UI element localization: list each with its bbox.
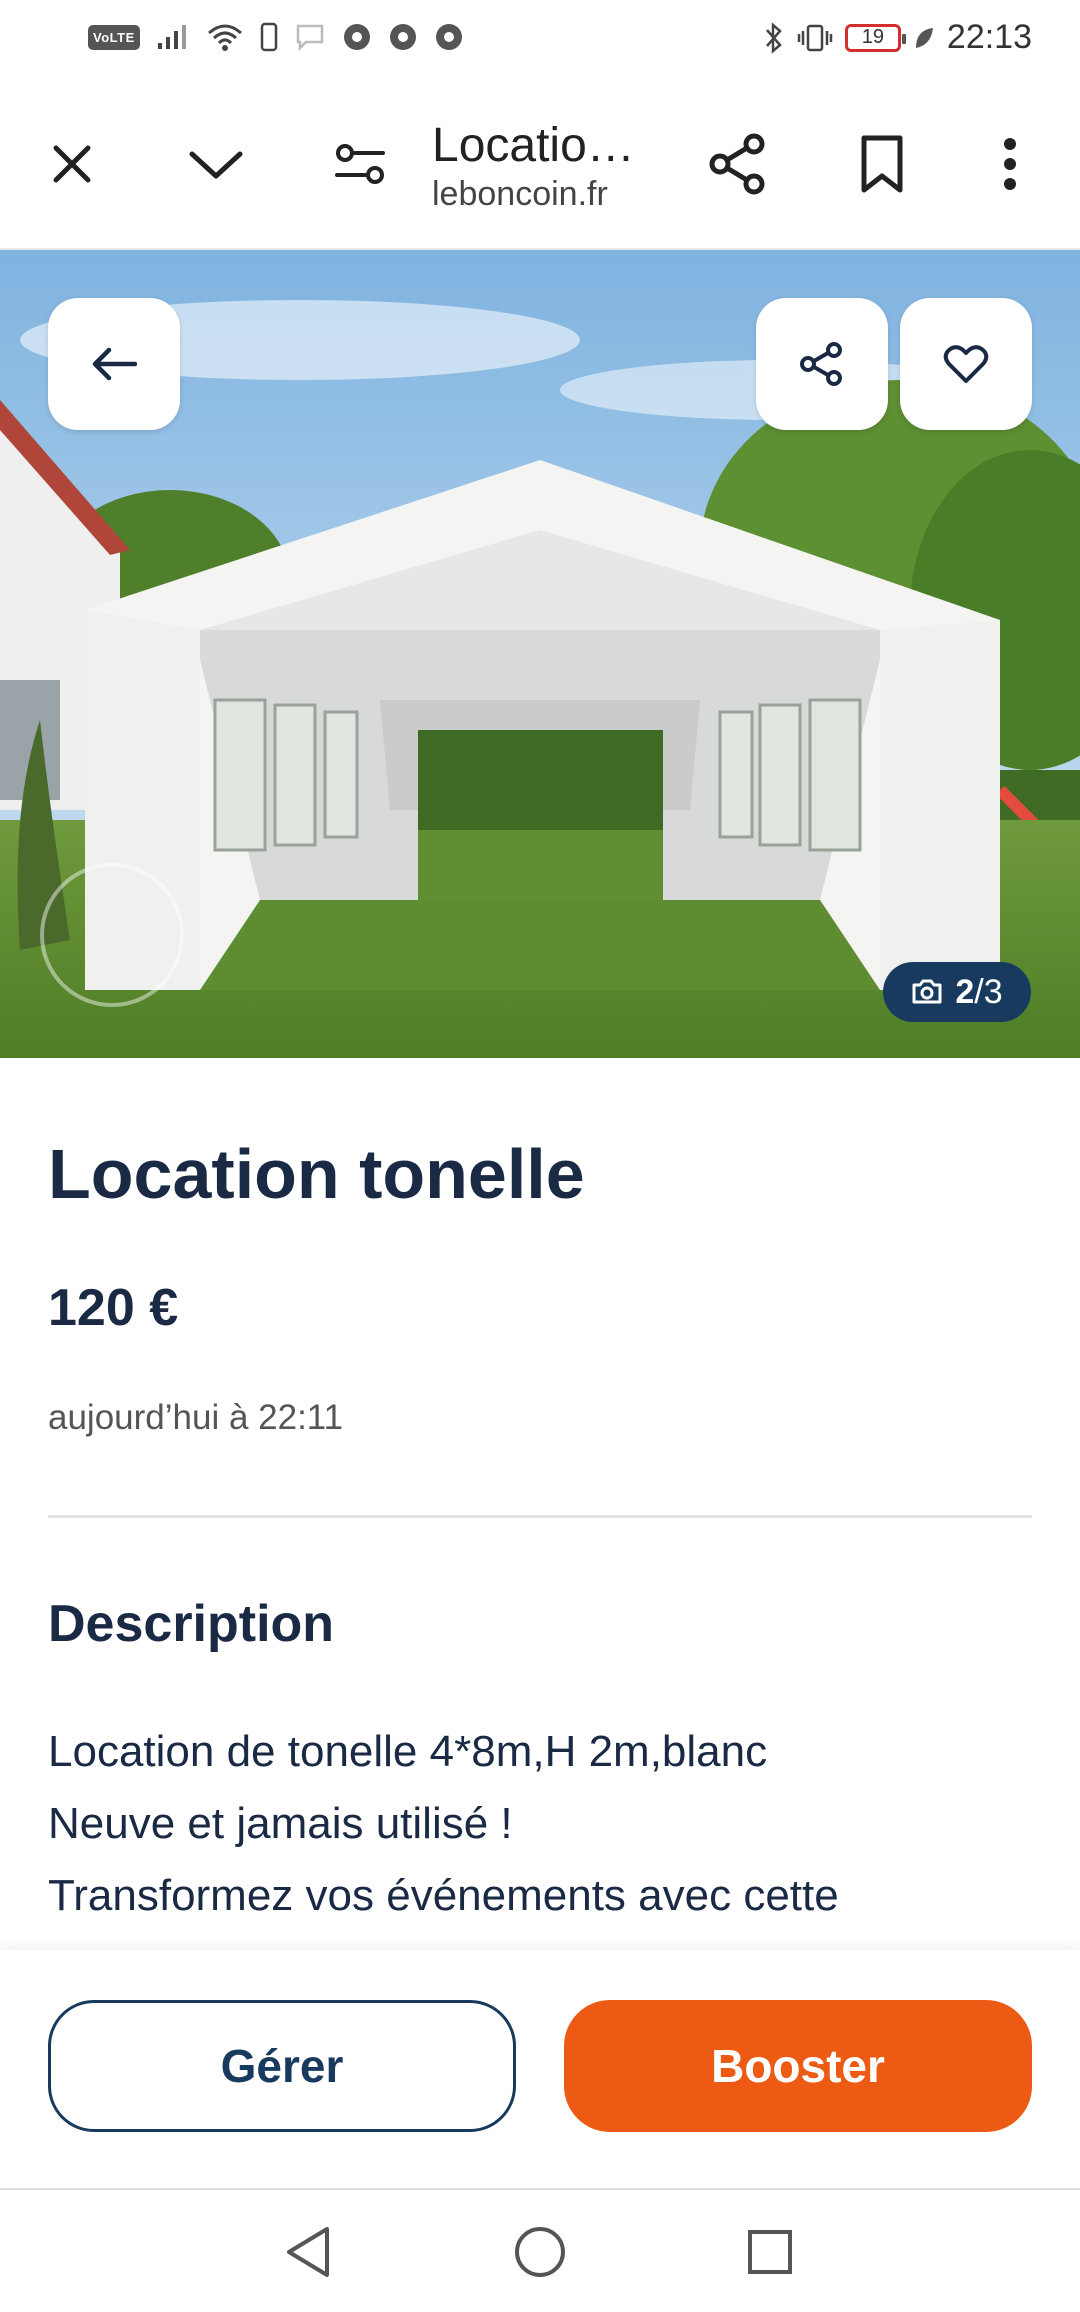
page-settings-icon[interactable]	[320, 124, 400, 204]
listing-photo[interactable]: 2/3	[0, 250, 1080, 1058]
photo-counter: 2/3	[883, 962, 1031, 1022]
listing-price: 120 €	[48, 1279, 179, 1337]
chevron-down-icon[interactable]	[176, 124, 256, 204]
recents-square-icon[interactable]	[738, 2220, 802, 2284]
description-text: Location de tonelle 4*8m,H 2m,blanc Neuv…	[48, 1716, 1032, 1952]
back-arrow-icon	[91, 347, 137, 381]
more-vert-icon[interactable]	[970, 124, 1050, 204]
status-icons-left: VoLTE	[88, 22, 464, 52]
back-triangle-icon[interactable]	[276, 2220, 340, 2284]
browser-toolbar: Location tonelle leboncoin.fr	[0, 82, 1080, 250]
system-nav-bar	[0, 2188, 1080, 2312]
manage-button[interactable]: Gérer	[48, 2000, 516, 2132]
wifi-icon	[206, 22, 244, 52]
bluetooth-icon	[763, 21, 785, 55]
photo-counter-text: 2/3	[955, 973, 1002, 1012]
chrome-icon	[388, 22, 418, 52]
phone-icon	[260, 22, 278, 52]
divider	[48, 1515, 1032, 1518]
share-button[interactable]	[756, 298, 888, 430]
chrome-icon	[434, 22, 464, 52]
photo-total: /3	[974, 972, 1003, 1011]
action-bar: Gérer Booster	[0, 1950, 1080, 2188]
share-icon[interactable]	[698, 124, 778, 204]
heart-icon	[943, 343, 989, 385]
page-domain: leboncoin.fr	[432, 175, 608, 213]
back-button[interactable]	[48, 298, 180, 430]
favorite-button[interactable]	[900, 298, 1032, 430]
signal-icon	[156, 23, 190, 51]
battery-icon: 19	[844, 23, 906, 52]
description-heading: Description	[48, 1595, 335, 1653]
photo-current: 2	[955, 972, 975, 1011]
listing-title: Location tonelle	[48, 1135, 585, 1213]
page-title-block[interactable]: Location tonelle leboncoin.fr	[432, 118, 652, 214]
home-circle-icon[interactable]	[508, 2220, 572, 2284]
camera-icon	[911, 979, 943, 1005]
message-icon	[294, 22, 326, 52]
description-line: Transformez vos événements avec cette	[48, 1871, 839, 1920]
status-icons-right: 19 22:13	[763, 18, 1032, 57]
volte-icon: VoLTE	[88, 24, 140, 50]
description-line: Neuve et jamais utilisé !	[48, 1799, 513, 1848]
close-icon[interactable]	[32, 124, 112, 204]
chrome-icon	[342, 22, 372, 52]
page-title: Location tonelle	[432, 119, 652, 172]
status-bar: VoLTE 19 22:13	[0, 0, 1080, 82]
description-line: Location de tonelle 4*8m,H 2m,blanc	[48, 1727, 768, 1776]
listing-date: aujourd’hui à 22:11	[48, 1398, 344, 1437]
vibrate-icon	[797, 23, 833, 53]
bookmark-icon[interactable]	[842, 124, 922, 204]
clock: 22:13	[946, 18, 1032, 56]
leaf-icon	[913, 25, 935, 51]
description-line: tonelle de haute qualité pour les fêtes	[48, 1932, 1032, 1952]
share-icon	[799, 341, 845, 387]
boost-button[interactable]: Booster	[564, 2000, 1032, 2132]
